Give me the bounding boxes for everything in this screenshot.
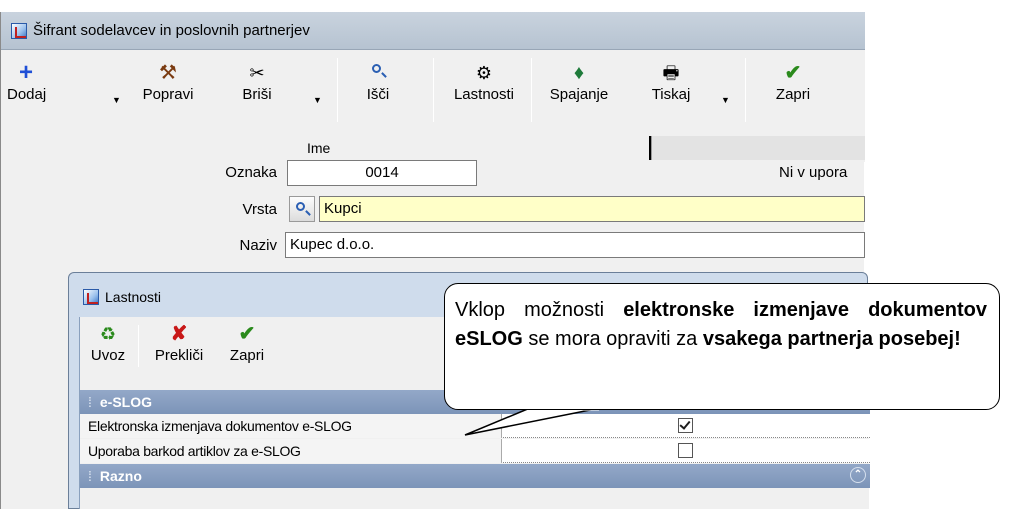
vrsta-lookup-button[interactable] [289, 196, 315, 222]
collapse-icon[interactable]: ⌃ [850, 467, 866, 483]
search-label: Išči [366, 86, 390, 103]
add-button[interactable]: + Dodaj [7, 50, 47, 132]
dialog-close-button[interactable]: ✔ Zapri [222, 321, 272, 365]
callout-text-2: se mora opraviti za [522, 328, 703, 350]
oznaka-label: Oznaka [225, 164, 277, 181]
search-icon [296, 202, 305, 211]
add-dropdown-arrow[interactable]: ▼ [112, 95, 121, 105]
vrsta-label: Vrsta [242, 201, 277, 218]
property-row: Elektronska izmenjava dokumentov e-SLOG [80, 414, 870, 438]
dialog-title-bar[interactable]: Lastnosti [83, 289, 161, 305]
screenshot-stage: Šifrant sodelavcev in poslovnih partnerj… [0, 0, 1010, 509]
property-row: Uporaba barkod artiklov za e-SLOG [80, 439, 870, 463]
printer-icon: 🖶 [662, 63, 680, 83]
print-label: Tiskaj [651, 86, 691, 103]
usage-status-text: Ni v upora [779, 164, 848, 181]
dialog-close-label: Zapri [229, 347, 265, 364]
merge-icon: ♦ [573, 62, 585, 84]
properties-button[interactable]: ⚙ Lastnosti [441, 50, 527, 132]
column-header-ime[interactable]: Ime [307, 140, 330, 156]
search-button[interactable]: Išči [361, 50, 395, 132]
merge-label: Spajanje [549, 86, 609, 103]
check-icon [679, 418, 691, 430]
grip-icon: ⁞ [88, 394, 92, 410]
add-label: Dodaj [7, 86, 47, 103]
cancel-icon: ✘ [170, 323, 188, 345]
edit-button[interactable]: ⚒ Popravi [139, 50, 197, 132]
callout-note: Vklop možnosti elektronske izmenjave dok… [444, 283, 1000, 410]
edit-label: Popravi [142, 86, 194, 103]
naziv-field[interactable]: Kupec d.o.o. [285, 232, 865, 258]
gears-icon: ⚙ [475, 63, 493, 83]
checkmark-icon: ✔ [784, 62, 802, 84]
barcode-usage-checkbox[interactable] [678, 443, 693, 458]
app-icon [11, 22, 27, 39]
grip-icon: ⁞ [88, 468, 92, 484]
toolbar-separator [337, 58, 338, 122]
oznaka-field[interactable]: 0014 [287, 160, 477, 186]
callout-text-1: Vklop možnosti [455, 299, 624, 321]
cancel-label: Prekliči [154, 347, 204, 364]
delete-dropdown-arrow[interactable]: ▼ [313, 95, 322, 105]
delete-button[interactable]: ✂ Briši [237, 50, 277, 132]
cancel-button[interactable]: ✘ Prekliči [144, 321, 214, 365]
callout-bold-2: vsakega partnerja posebej! [702, 328, 961, 350]
merge-button[interactable]: ♦ Spajanje [535, 50, 623, 132]
property-name: Elektronska izmenjava dokumentov e-SLOG [80, 414, 502, 438]
column-header-row: Ime [1, 136, 865, 162]
naziv-label: Naziv [239, 237, 277, 254]
properties-label: Lastnosti [453, 86, 515, 103]
main-toolbar: + Dodaj ▼ ⚒ Popravi ✂ Briši ▼ Išči ⚙ Las… [1, 50, 865, 136]
import-label: Uvoz [90, 347, 126, 364]
close-label: Zapri [775, 86, 811, 103]
hammer-icon: ⚒ [159, 62, 177, 84]
app-icon [83, 289, 99, 305]
toolbar-separator [433, 58, 434, 122]
window-title: Šifrant sodelavcev in poslovnih partnerj… [33, 22, 310, 39]
toolbar-separator [745, 58, 746, 122]
vrsta-field[interactable]: Kupci [319, 196, 865, 222]
dialog-title: Lastnosti [105, 289, 162, 305]
section-eslog-label: e-SLOG [99, 394, 153, 410]
close-button[interactable]: ✔ Zapri [771, 50, 815, 132]
print-dropdown-arrow[interactable]: ▼ [721, 95, 730, 105]
checkmark-icon: ✔ [238, 323, 256, 345]
delete-label: Briši [242, 86, 272, 103]
scissors-icon: ✂ [249, 63, 265, 83]
toolbar-separator [531, 58, 532, 122]
section-razno[interactable]: ⁞ Razno ⌃ [80, 464, 870, 488]
search-icon [361, 58, 395, 86]
import-icon: ♻ [99, 324, 117, 344]
print-button[interactable]: 🖶 Tiskaj [641, 50, 701, 132]
window-title-bar[interactable]: Šifrant sodelavcev in poslovnih partnerj… [1, 12, 865, 50]
import-button[interactable]: ♻ Uvoz [88, 321, 128, 365]
property-name: Uporaba barkod artiklov za e-SLOG [80, 439, 502, 463]
eslog-exchange-checkbox[interactable] [678, 418, 693, 433]
section-razno-label: Razno [99, 468, 142, 484]
column-header-empty [651, 136, 865, 160]
toolbar-separator [138, 325, 139, 367]
plus-icon: + [18, 59, 33, 86]
